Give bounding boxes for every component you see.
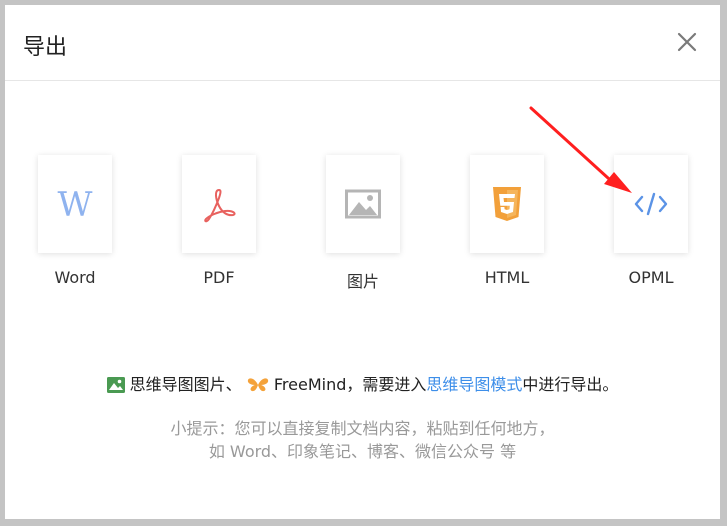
svg-text:W: W	[58, 185, 93, 224]
tip-text: 小提示：您可以直接复制文档内容，粘贴到任何地方， 如 Word、印象笔记、博客、…	[5, 417, 720, 463]
export-html-label: HTML	[484, 268, 530, 287]
mindmap-export-note: 思维导图图片、 FreeMind，需要进入思维导图模式中进行导出。	[5, 371, 720, 395]
export-word-card[interactable]: W	[38, 155, 112, 253]
mindmap-note-text-2: FreeMind，需要进入	[273, 375, 427, 394]
export-word-option[interactable]: W Word	[25, 155, 125, 287]
mindmap-mode-link[interactable]: 思维导图模式	[426, 375, 522, 394]
export-pdf-label: PDF	[203, 268, 235, 287]
tip-line-2: 如 Word、印象笔记、博客、微信公众号 等	[208, 442, 517, 461]
export-opml-option[interactable]: OPML	[601, 155, 701, 287]
export-dialog: 导出 W Word PDF 图片 HTML OPML 思维导图图片、 FreeM…	[5, 5, 720, 519]
pdf-icon	[204, 189, 236, 223]
tip-line-1: 小提示：您可以直接复制文档内容，粘贴到任何地方，	[170, 419, 555, 438]
mindmap-note-text-1: 思维导图图片、	[129, 375, 242, 394]
dialog-title: 导出	[23, 35, 68, 60]
export-word-label: Word	[54, 268, 96, 287]
export-image-card[interactable]	[326, 155, 400, 253]
export-image-label: 图片	[346, 272, 379, 291]
mindmap-image-icon	[106, 377, 125, 393]
image-icon	[345, 189, 381, 219]
export-opml-card[interactable]	[614, 155, 688, 253]
export-opml-label: OPML	[628, 268, 674, 287]
html5-icon	[493, 187, 521, 221]
close-icon	[677, 32, 697, 52]
export-pdf-card[interactable]	[182, 155, 256, 253]
export-pdf-option[interactable]: PDF	[169, 155, 269, 287]
export-options: W Word PDF 图片 HTML OPML	[5, 155, 720, 295]
dialog-header: 导出	[5, 5, 720, 81]
export-html-option[interactable]: HTML	[457, 155, 557, 287]
close-button[interactable]	[672, 27, 702, 57]
mindmap-note-text-3: 中进行导出。	[522, 375, 619, 394]
word-icon: W	[58, 185, 93, 224]
export-image-option[interactable]: 图片	[313, 155, 413, 292]
code-icon	[634, 192, 668, 216]
freemind-butterfly-icon	[247, 378, 268, 392]
export-html-card[interactable]	[470, 155, 544, 253]
